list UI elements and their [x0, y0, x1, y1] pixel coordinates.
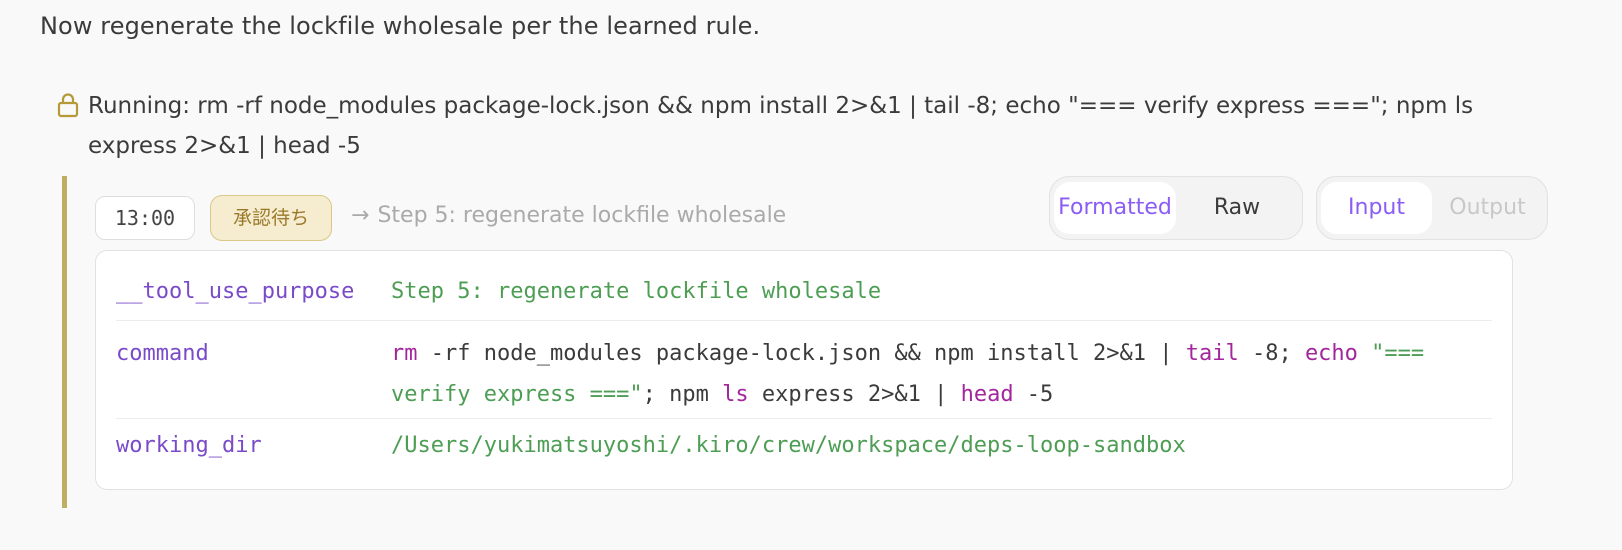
command-token-plain: ; npm	[642, 382, 723, 407]
field-value-working-dir: /Users/yukimatsuyoshi/.kiro/crew/workspa…	[391, 433, 1186, 458]
tab-input[interactable]: Input	[1321, 182, 1432, 234]
running-command-text: Running: rm -rf node_modules package-loc…	[88, 93, 1474, 159]
command-token-cmd: head	[960, 382, 1014, 407]
command-token-plain: -rf node_modules package-lock.json && np…	[417, 341, 1186, 366]
tab-formatted[interactable]: Formatted	[1054, 182, 1176, 234]
command-token-plain: -8;	[1238, 341, 1305, 366]
table-row: __tool_use_purpose Step 5: regenerate lo…	[116, 251, 1492, 321]
arrow-right-icon: →	[351, 203, 370, 228]
tool-input-table: __tool_use_purpose Step 5: regenerate lo…	[95, 250, 1513, 490]
field-value-command: rm -rf node_modules package-lock.json &&…	[391, 333, 1492, 418]
lock-icon	[56, 92, 80, 118]
tab-raw[interactable]: Raw	[1176, 182, 1298, 234]
status-badge: 承認待ち	[210, 195, 332, 241]
tab-output[interactable]: Output	[1432, 182, 1543, 234]
command-token-cmd: echo	[1304, 341, 1358, 366]
field-key-purpose: __tool_use_purpose	[116, 279, 355, 304]
step-hint-text: Step 5: regenerate lockfile wholesale	[377, 203, 787, 228]
io-toggle: Input Output	[1316, 176, 1548, 240]
tool-call-card: 13:00 承認待ち → Step 5: regenerate lockfile …	[62, 176, 1567, 508]
field-value-purpose: Step 5: regenerate lockfile wholesale	[391, 279, 882, 304]
table-row: command rm -rf node_modules package-lock…	[116, 321, 1492, 419]
command-token-cmd: ls	[722, 382, 749, 407]
step-hint: → Step 5: regenerate lockfile wholesale	[351, 203, 786, 228]
running-command-line: Running: rm -rf node_modules package-loc…	[56, 86, 1556, 166]
command-token-cmd: tail	[1185, 341, 1239, 366]
format-toggle: Formatted Raw	[1049, 176, 1303, 240]
command-token-cmd: rm	[391, 341, 418, 366]
field-key-command: command	[116, 341, 209, 366]
command-token-plain	[1358, 341, 1371, 366]
timestamp: 13:00	[95, 196, 195, 240]
field-key-working-dir: working_dir	[116, 433, 262, 458]
table-row: working_dir /Users/yukimatsuyoshi/.kiro/…	[116, 419, 1492, 487]
command-token-plain: -5	[1013, 382, 1054, 407]
command-token-plain: express 2>&1 |	[748, 382, 961, 407]
assistant-message: Now regenerate the lockfile wholesale pe…	[40, 12, 761, 40]
